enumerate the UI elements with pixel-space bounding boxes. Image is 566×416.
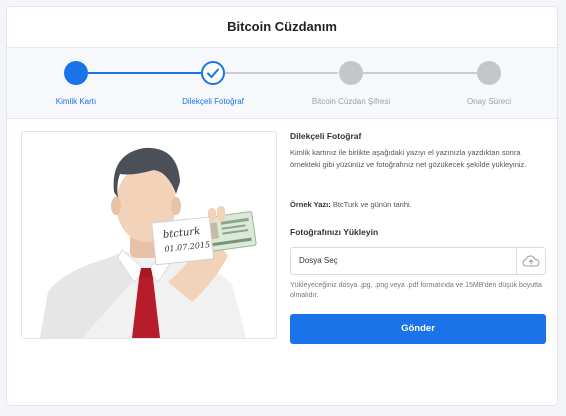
section-heading: Dilekçeli Fotoğraf: [290, 131, 362, 141]
step-label-petition-photo: Dilekçeli Fotoğraf: [182, 97, 244, 106]
step-label-id-card: Kimlik Kartı: [55, 97, 97, 106]
checkmark-icon: [207, 68, 219, 78]
wallet-card: Bitcoin Cüzdanım Kimlik Kartı Dilekçeli …: [6, 6, 558, 406]
file-requirements-note: Yükleyeceğiniz dosya .jpg, .png veya .pd…: [290, 282, 542, 299]
instruction-text: Kimlik kartınız ile birlikte aşağıdaki y…: [290, 148, 527, 169]
sample-label: Örnek Yazı:: [290, 200, 331, 209]
step-3-indicator: [339, 61, 363, 85]
step-connector-1: [88, 72, 203, 74]
step-connector-2: [225, 72, 338, 74]
cloud-upload-icon: [522, 255, 540, 267]
submit-button[interactable]: Gönder: [290, 314, 546, 344]
step-connector-3: [362, 72, 477, 74]
step-1-indicator: [64, 61, 88, 85]
step-2-indicator: [201, 61, 225, 85]
example-photo-illustration: btcturk 01.07.2015: [21, 131, 277, 339]
sample-text-row: Örnek Yazı: BtcTurk ve günün tarihi.: [290, 199, 546, 211]
choose-file-label: Dosya Seç: [299, 256, 338, 265]
person-holding-sign-image: btcturk 01.07.2015: [40, 147, 257, 338]
upload-browse-button[interactable]: [516, 248, 545, 274]
upload-title: Fotoğrafınızı Yükleyin: [290, 227, 379, 237]
sample-value: BtcTurk ve günün tarihi.: [332, 200, 412, 209]
page-title: Bitcoin Cüzdanım: [7, 7, 557, 48]
step-label-wallet-password: Bitcoin Cüzdan Şifresi: [311, 97, 391, 106]
file-upload-input[interactable]: Dosya Seç: [290, 247, 546, 275]
progress-stepper: Kimlik Kartı Dilekçeli Fotoğraf Bitcoin …: [7, 48, 557, 119]
step-label-approval: Onay Süreci: [466, 97, 512, 106]
step-4-indicator: [477, 61, 501, 85]
